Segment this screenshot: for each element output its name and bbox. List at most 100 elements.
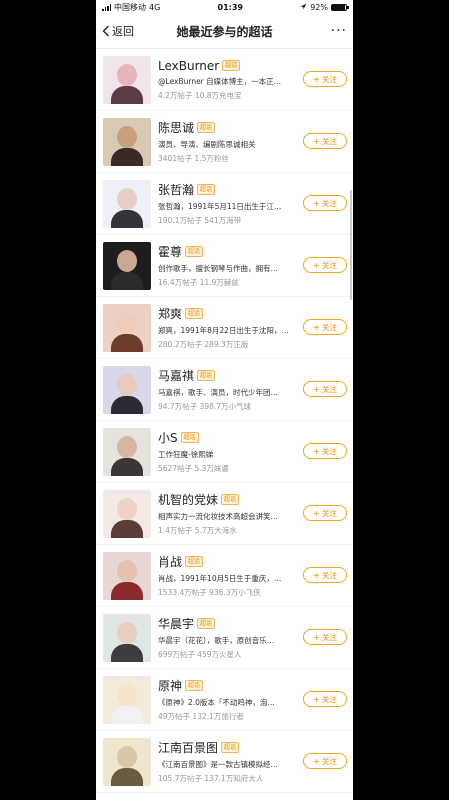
super-topic-badge: 超话 <box>185 246 204 257</box>
super-topic-badge: 超话 <box>180 432 199 443</box>
avatar-head <box>117 435 137 458</box>
topic-stats: 16.4万帖子 11.9万赫兹 <box>158 278 239 287</box>
super-topic-badge: 超话 <box>197 370 216 381</box>
follow-button[interactable]: + 关注 <box>303 319 347 335</box>
follow-button[interactable]: + 关注 <box>303 257 347 273</box>
topic-name: 陈思诚 <box>158 121 195 135</box>
topic-name: 肖战 <box>158 555 183 569</box>
topic-stats: 5627帖子 5.3万妹婆 <box>158 464 229 473</box>
avatar-head <box>117 621 137 644</box>
status-bar: 中国移动 4G 01:39 92% <box>96 0 353 14</box>
super-topic-badge: 超话 <box>197 122 216 133</box>
topic-avatar <box>103 179 151 228</box>
topic-avatar <box>103 303 151 352</box>
chevron-left-icon <box>102 25 109 37</box>
super-topic-badge: 超话 <box>222 60 241 71</box>
list-item[interactable]: 肖战 超话 肖战，1991年10月5日生于重庆，… 1533.4万帖子 936.… <box>96 545 353 607</box>
topic-description: 华晨宇（花花），歌手，原创音乐… <box>158 636 275 645</box>
topic-description: 《原神》2.0版本「不动鸣神，泡… <box>158 698 275 707</box>
list-item[interactable]: 小S 超话 工作狂魔-徐熙娣 5627帖子 5.3万妹婆 + 关注 <box>96 421 353 483</box>
topic-stats: 699万帖子 459万火星人 <box>158 650 242 659</box>
follow-button[interactable]: + 关注 <box>303 443 347 459</box>
topic-stats: 190.1万帖子 541万海带 <box>158 216 242 225</box>
network-label: 4G <box>149 2 161 12</box>
avatar-body <box>111 581 143 600</box>
topic-name: 江南百景图 <box>158 741 219 755</box>
follow-button[interactable]: + 关注 <box>303 691 347 707</box>
nav-bar: 返回 她最近参与的超话 ··· <box>96 14 353 49</box>
back-button[interactable]: 返回 <box>102 23 134 39</box>
avatar-body <box>111 519 143 538</box>
super-topic-badge: 超话 <box>197 618 216 629</box>
topic-avatar <box>103 55 151 104</box>
avatar-body <box>111 767 143 786</box>
list-item[interactable]: 江南百景图 超话 《江南百景图》是一款古镇模拟经… 105.7万帖子 137.1… <box>96 731 353 793</box>
super-topic-badge: 超话 <box>221 494 240 505</box>
carrier-label: 中国移动 <box>114 2 146 12</box>
topic-description: 演员、导演、编剧陈思诚相关 <box>158 140 256 149</box>
list-item[interactable]: 张哲瀚 超话 张哲瀚，1991年5月11日出生于江… 190.1万帖子 541万… <box>96 173 353 235</box>
follow-button[interactable]: + 关注 <box>303 567 347 583</box>
topic-description: 工作狂魔-徐熙娣 <box>158 450 214 459</box>
topic-avatar <box>103 613 151 662</box>
avatar-body <box>111 271 143 290</box>
list-item[interactable]: 机智的党妹 超话 相声实力一流化妆技术高超会讲笑… 1.4万帖子 5.7万大海水… <box>96 483 353 545</box>
super-topic-badge: 超话 <box>185 308 204 319</box>
topic-description: 创作歌手，擅长钢琴与作曲，拥有… <box>158 264 278 273</box>
avatar-head <box>117 63 137 86</box>
avatar-head <box>117 249 137 272</box>
topic-description: @LexBurner 自媒体博主，一本正… <box>158 76 282 86</box>
follow-button[interactable]: + 关注 <box>303 381 347 397</box>
follow-button[interactable]: + 关注 <box>303 195 347 211</box>
super-topic-badge: 超话 <box>185 556 204 567</box>
phone-screen: 中国移动 4G 01:39 92% 返回 她最近参与的超话 ··· LexBur… <box>96 0 353 800</box>
topic-name: 华晨宇 <box>158 617 195 631</box>
topic-name: 小S <box>158 431 178 445</box>
list-item[interactable]: 马嘉祺 超话 马嘉祺，歌手、演员，时代少年团… 94.7万帖子 398.7万小气… <box>96 359 353 421</box>
topic-description: 相声实力一流化妆技术高超会讲笑… <box>158 512 278 521</box>
list-item[interactable]: 原神 超话 《原神》2.0版本「不动鸣神，泡… 49万帖子 132.1万旅行者 … <box>96 669 353 731</box>
list-item[interactable]: 郑爽 超话 郑爽，1991年8月22日出生于沈阳，… 280.2万帖子 289.… <box>96 297 353 359</box>
topic-description: 张哲瀚，1991年5月11日出生于江… <box>158 202 282 211</box>
back-label: 返回 <box>112 25 134 38</box>
topic-stats: 49万帖子 132.1万旅行者 <box>158 712 244 721</box>
topic-description: 《江南百景图》是一款古镇模拟经… <box>158 760 278 769</box>
follow-button[interactable]: + 关注 <box>303 753 347 769</box>
topic-avatar <box>103 551 151 600</box>
topic-stats: 280.2万帖子 289.3万正版 <box>158 340 249 349</box>
topic-name: 张哲瀚 <box>158 183 195 197</box>
avatar-body <box>111 209 143 228</box>
list-item[interactable]: 霍尊 超话 创作歌手，擅长钢琴与作曲，拥有… 16.4万帖子 11.9万赫兹 +… <box>96 235 353 297</box>
topic-avatar <box>103 241 151 290</box>
avatar-head <box>117 373 137 396</box>
super-topic-badge: 超话 <box>185 680 204 691</box>
avatar-body <box>111 85 143 104</box>
signal-icon <box>102 3 111 11</box>
topic-avatar <box>103 365 151 414</box>
topic-stats: 94.7万帖子 398.7万小气球 <box>158 402 252 411</box>
more-menu-button[interactable]: ··· <box>331 23 347 39</box>
scrollbar[interactable] <box>350 190 352 300</box>
avatar-head <box>117 311 137 334</box>
list-item[interactable]: 陈思诚 超话 演员、导演、编剧陈思诚相关 3401帖子 1.5万粉丝 + 关注 <box>96 111 353 173</box>
topic-avatar <box>103 737 151 786</box>
topic-name: 郑爽 <box>158 307 183 321</box>
avatar-head <box>117 497 137 520</box>
follow-button[interactable]: + 关注 <box>303 71 347 87</box>
list-item[interactable]: 华晨宇 超话 华晨宇（花花），歌手，原创音乐… 699万帖子 459万火星人 +… <box>96 607 353 669</box>
list-item[interactable]: LexBurner 超话 @LexBurner 自媒体博主，一本正… 4.2万帖… <box>96 49 353 111</box>
avatar-head <box>117 745 137 768</box>
topic-name: 机智的党妹 <box>158 493 219 507</box>
follow-button[interactable]: + 关注 <box>303 505 347 521</box>
avatar-head <box>117 683 137 706</box>
topic-avatar <box>103 427 151 476</box>
follow-button[interactable]: + 关注 <box>303 133 347 149</box>
avatar-body <box>111 147 143 166</box>
avatar-head <box>117 559 137 582</box>
topic-avatar <box>103 675 151 724</box>
follow-button[interactable]: + 关注 <box>303 629 347 645</box>
avatar-body <box>111 395 143 414</box>
clock: 01:39 <box>217 2 243 12</box>
topic-avatar <box>103 489 151 538</box>
avatar-head <box>117 125 137 148</box>
